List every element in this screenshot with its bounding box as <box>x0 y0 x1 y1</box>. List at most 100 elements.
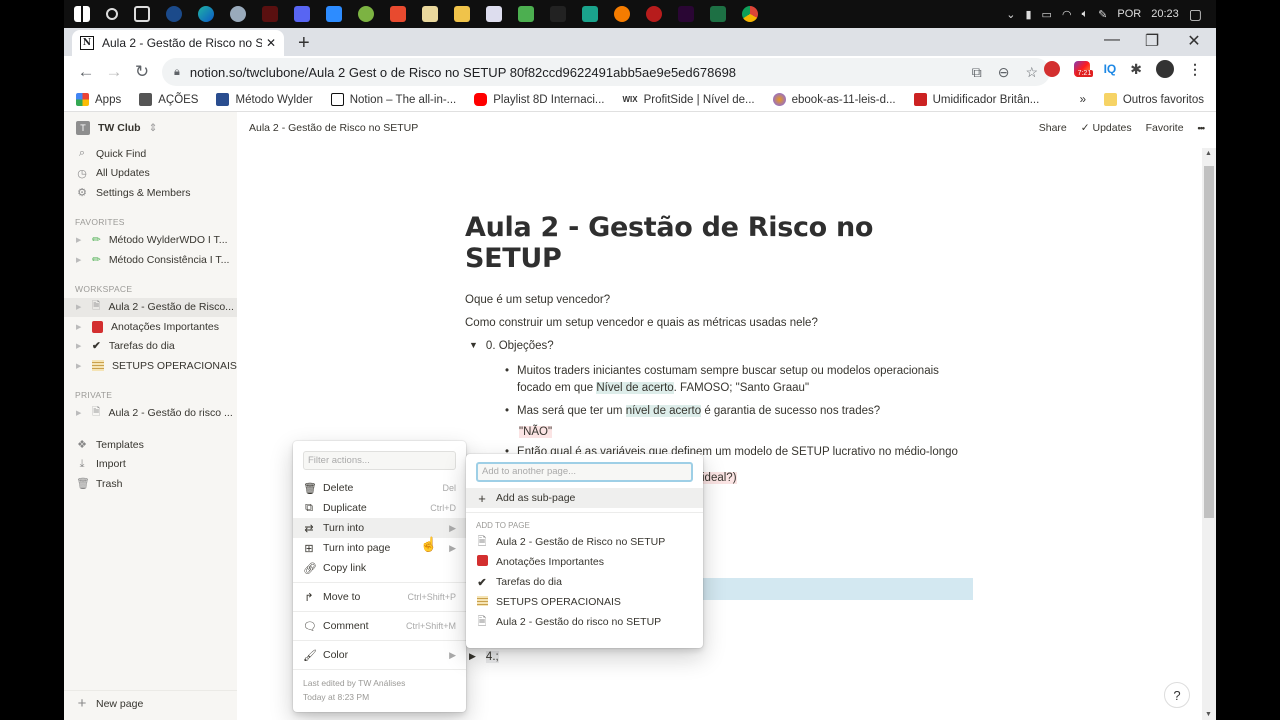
sidebar-page-item[interactable]: ▶ Anotações Importantes <box>64 317 237 337</box>
orange-app-icon[interactable] <box>614 6 630 22</box>
new-page-button[interactable]: + New page <box>64 690 237 716</box>
sidebar-page-item[interactable]: ▶ 🗎 Aula 2 - Gestão do risco ... <box>64 404 237 424</box>
sphere-app-icon[interactable] <box>230 6 246 22</box>
more-bookmarks-button[interactable]: » <box>1080 94 1086 106</box>
page-scrollbar[interactable]: ▲ ▼ <box>1202 148 1216 720</box>
expand-triangle-icon[interactable]: ▶ <box>76 342 84 350</box>
browser-tab-active[interactable]: N Aula 2 - Gestão de Risco no SETUP ✕ <box>72 30 284 56</box>
toggle-open-icon[interactable]: ▼ <box>469 340 478 363</box>
translate-icon[interactable]: ⧉ <box>972 64 982 81</box>
extensions-puzzle-icon[interactable]: ✱ <box>1130 61 1142 78</box>
scrollbar-thumb[interactable] <box>1204 166 1214 518</box>
discord-icon[interactable] <box>294 6 310 22</box>
bookmark-playlist[interactable]: Playlist 8D Internaci... <box>474 93 604 106</box>
expand-triangle-icon[interactable]: ▶ <box>76 303 84 311</box>
edge-icon[interactable] <box>198 6 214 22</box>
x-app-icon[interactable] <box>582 6 598 22</box>
updates-button[interactable]: ✓ Updates <box>1081 122 1132 134</box>
search-icon[interactable] <box>106 8 118 20</box>
red-circle-app-icon[interactable] <box>646 6 662 22</box>
menu-item-turn-into-page[interactable]: ⊞ Turn into page ▶ <box>293 538 466 558</box>
toggle-closed-icon[interactable]: ▶ <box>469 651 476 663</box>
expand-triangle-icon[interactable]: ▶ <box>76 323 84 331</box>
steam-icon[interactable] <box>166 6 182 22</box>
close-tab-icon[interactable]: ✕ <box>266 36 276 50</box>
menu-item-copy-link[interactable]: 🔗︎ Copy link <box>293 558 466 578</box>
microphone-icon[interactable]: ▮ <box>1025 8 1031 21</box>
chrome-icon[interactable] <box>742 6 758 22</box>
excel-icon[interactable] <box>710 6 726 22</box>
breadcrumb[interactable]: Aula 2 - Gestão de Risco no SETUP <box>249 122 418 134</box>
bookmark-acoes[interactable]: AÇÕES <box>139 93 198 106</box>
expand-triangle-icon[interactable]: ▶ <box>76 256 84 264</box>
notifications-icon[interactable]: ▢ <box>1189 6 1202 23</box>
windows-start-icon[interactable] <box>74 6 90 22</box>
toggle-block[interactable]: ▼ 0. Objeções? <box>469 340 975 363</box>
move-target-page[interactable]: 🗎 Aula 2 - Gestão de Risco no SETUP <box>466 532 703 552</box>
address-bar[interactable]: 🔒︎ notion.so/twclubone/Aula 2 Gest o de … <box>162 58 1050 86</box>
other-bookmarks-folder[interactable]: Outros favoritos <box>1103 93 1204 106</box>
menu-item-turn-into[interactable]: ⇄ Turn into ▶ <box>293 518 466 538</box>
mountain-app-icon[interactable] <box>518 6 534 22</box>
restore-button[interactable]: ❐ <box>1132 31 1172 51</box>
lock-icon[interactable]: 🔒︎ <box>174 66 180 79</box>
bookmark-apps[interactable]: Apps <box>76 93 121 106</box>
battery-icon[interactable]: ▭ <box>1042 8 1052 21</box>
menu-item-color[interactable]: 🖌︎ Color ▶ <box>293 645 466 665</box>
url-text[interactable]: notion.so/twclubone/Aula 2 Gest o de Ris… <box>190 65 972 80</box>
bookmark-ebook[interactable]: ebook-as-11-leis-d... <box>772 93 896 106</box>
sidebar-item-quick-find[interactable]: ⌕ Quick Find <box>64 144 237 164</box>
move-target-page[interactable]: Anotações Importantes <box>466 552 703 572</box>
add-to-page-search-input[interactable]: Add to another page... <box>476 462 693 482</box>
zoom-out-icon[interactable]: ⊖ <box>998 64 1010 81</box>
back-button[interactable]: ← <box>72 62 100 82</box>
page-title[interactable]: Aula 2 - Gestão de Risco no SETUP <box>465 212 975 274</box>
red-bug-app-icon[interactable] <box>262 6 278 22</box>
profile-avatar[interactable] <box>1156 60 1174 78</box>
pen-icon[interactable]: ✎ <box>1098 8 1107 21</box>
bookmark-star-icon[interactable]: ☆ <box>1025 64 1038 81</box>
sidebar-item-all-updates[interactable]: ◷ All Updates <box>64 164 237 184</box>
expand-triangle-icon[interactable]: ▶ <box>76 409 84 417</box>
expand-triangle-icon[interactable]: ▶ <box>76 236 84 244</box>
expand-triangle-icon[interactable]: ▶ <box>76 362 84 370</box>
move-target-page[interactable]: SETUPS OPERACIONAIS <box>466 592 703 612</box>
green-app-icon[interactable] <box>358 6 374 22</box>
favorite-button[interactable]: Favorite <box>1146 122 1184 134</box>
menu-item-move-to[interactable]: ↱ Move to Ctrl+Shift+P <box>293 587 466 607</box>
wifi-icon[interactable]: ◠ <box>1062 8 1072 21</box>
toggle-block[interactable]: ▶ 4.; <box>469 651 499 663</box>
adblock-extension-icon[interactable] <box>1043 61 1060 77</box>
maps-app-icon[interactable] <box>422 6 438 22</box>
menu-item-delete[interactable]: 🗑︎ Delete Del <box>293 478 466 498</box>
bookmark-profitside[interactable]: WIX ProfitSide | Nível de... <box>622 94 754 106</box>
iq-extension-icon[interactable]: IQ <box>1104 62 1117 76</box>
ccleaner-icon[interactable] <box>390 6 406 22</box>
bookmark-notion[interactable]: Notion – The all-in-... <box>330 93 456 106</box>
task-view-icon[interactable] <box>134 6 150 22</box>
browser-menu-icon[interactable]: ⋮ <box>1188 61 1202 78</box>
premiere-icon[interactable] <box>678 6 694 22</box>
workspace-switcher[interactable]: T TW Club ⇕ <box>64 112 237 144</box>
menu-item-comment[interactable]: 🗨︎ Comment Ctrl+Shift+M <box>293 616 466 636</box>
checkmark-app-icon[interactable] <box>486 6 502 22</box>
file-explorer-icon[interactable] <box>454 6 470 22</box>
volume-icon[interactable]: 🔈︎ <box>1082 8 1089 21</box>
move-target-page[interactable]: 🗎 Aula 2 - Gestão do risco no SETUP <box>466 612 703 632</box>
sidebar-item-settings[interactable]: ⚙ Settings & Members <box>64 183 237 203</box>
bullet-item[interactable]: • Mas será que ter um nível de acerto é … <box>505 403 975 420</box>
new-tab-button[interactable]: + <box>298 32 310 55</box>
forward-button[interactable]: → <box>100 62 128 82</box>
bookmark-umidificador[interactable]: Umidificador Britân... <box>913 93 1039 106</box>
camera-app-icon[interactable] <box>550 6 566 22</box>
highlight-red-nao[interactable]: "NÃO" <box>519 426 553 438</box>
sidebar-page-item-selected[interactable]: ▶ 🗎 Aula 2 - Gestão de Risco... <box>64 297 237 317</box>
move-target-page[interactable]: ✔ Tarefas do dia <box>466 572 703 592</box>
share-button[interactable]: Share <box>1039 122 1067 134</box>
sidebar-favorite-item[interactable]: ▶ ✏ Método Consistência I T... <box>64 250 237 270</box>
clock[interactable]: 20:23 <box>1151 8 1179 20</box>
filter-actions-input[interactable]: Filter actions... <box>303 451 456 470</box>
more-options-icon[interactable]: ••• <box>1198 123 1206 133</box>
chevron-up-icon[interactable]: ⌄ <box>1006 8 1015 21</box>
sidebar-item-import[interactable]: ⤓ Import <box>64 455 237 475</box>
